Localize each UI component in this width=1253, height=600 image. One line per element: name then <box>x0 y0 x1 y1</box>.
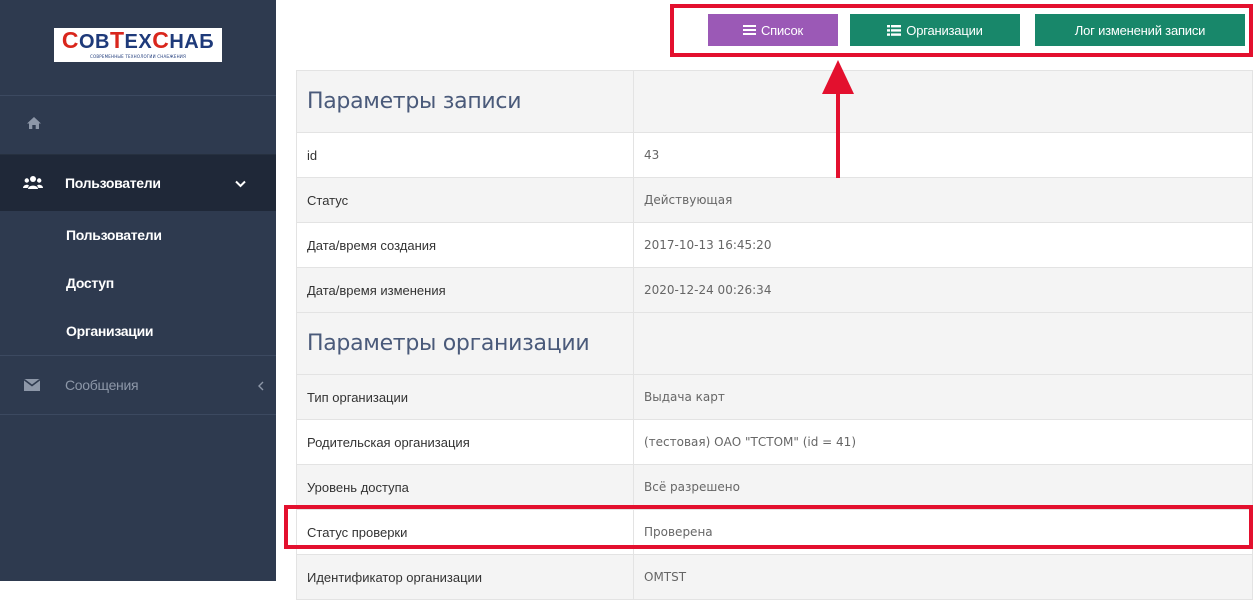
sidebar: СОВТЕХСНАБ СОВРЕМЕННЫЕ ТЕХНОЛОГИИ СНАБЖЕ… <box>0 0 276 581</box>
row-value: Всё разрешено <box>633 464 1253 510</box>
change-log-button-label: Лог изменений записи <box>1074 22 1206 38</box>
table-row: Идентификатор организации OMTST <box>296 554 1253 600</box>
row-label: Статус проверки <box>296 509 634 555</box>
row-label: Статус <box>296 177 634 223</box>
sidebar-item-users[interactable]: Пользователи <box>0 211 276 259</box>
sidebar-item-home[interactable] <box>0 96 276 155</box>
row-value: (тестовая) ОАО "ТСТОМ" (id = 41) <box>633 419 1253 465</box>
list-button[interactable]: Список <box>708 14 838 46</box>
section-header-record: Параметры записи <box>296 70 1253 133</box>
table-row: Родительская организация (тестовая) ОАО … <box>296 419 1253 465</box>
sidebar-item-access[interactable]: Доступ <box>0 259 276 307</box>
table-row: Дата/время создания 2017-10-13 16:45:20 <box>296 222 1253 268</box>
record-table: Параметры записи id 43 Статус Действующа… <box>296 70 1253 600</box>
table-row: Статус проверки Проверена <box>296 509 1253 555</box>
table-row: id 43 <box>296 132 1253 178</box>
section-title: Параметры организации <box>296 312 634 375</box>
logo-wordmark: СОВТЕХСНАБ <box>61 27 215 53</box>
sidebar-group-label: Пользователи <box>65 175 161 191</box>
table-row: Уровень доступа Всё разрешено <box>296 464 1253 510</box>
row-value: 43 <box>633 132 1253 178</box>
row-value: OMTST <box>633 554 1253 600</box>
users-icon <box>23 175 43 191</box>
list-icon <box>887 24 902 36</box>
row-value: Проверена <box>633 509 1253 555</box>
organizations-button-label: Организации <box>906 22 983 38</box>
row-label: Дата/время изменения <box>296 267 634 313</box>
row-label: Идентификатор организации <box>296 554 634 600</box>
sidebar-item-messages[interactable]: Сообщения <box>0 355 276 415</box>
envelope-icon <box>24 379 40 391</box>
row-value: Действующая <box>633 177 1253 223</box>
logo[interactable]: СОВТЕХСНАБ СОВРЕМЕННЫЕ ТЕХНОЛОГИИ СНАБЖЕ… <box>54 27 222 62</box>
logo-area: СОВТЕХСНАБ СОВРЕМЕННЫЕ ТЕХНОЛОГИИ СНАБЖЕ… <box>0 0 276 96</box>
row-label: Уровень доступа <box>296 464 634 510</box>
main-content: Список Организации Лог изменений записи … <box>276 0 1253 600</box>
home-icon <box>26 116 42 135</box>
logo-tagline: СОВРЕМЕННЫЕ ТЕХНОЛОГИИ СНАБЖЕНИЯ <box>90 54 186 59</box>
row-value: 2020-12-24 00:26:34 <box>633 267 1253 313</box>
table-row: Дата/время изменения 2020-12-24 00:26:34 <box>296 267 1253 313</box>
table-row: Тип организации Выдача карт <box>296 374 1253 420</box>
sidebar-item-organizations[interactable]: Организации <box>0 307 276 355</box>
row-value: Выдача карт <box>633 374 1253 420</box>
table-row: Статус Действующая <box>296 177 1253 223</box>
row-label: Дата/время создания <box>296 222 634 268</box>
row-value: 2017-10-13 16:45:20 <box>633 222 1253 268</box>
row-label: Родительская организация <box>296 419 634 465</box>
list-button-label: Список <box>760 22 804 38</box>
row-label: id <box>296 132 634 178</box>
chevron-left-icon <box>258 378 264 396</box>
menu-icon <box>742 25 756 35</box>
toolbar: Список Организации Лог изменений записи <box>276 0 1253 62</box>
sidebar-group-users[interactable]: Пользователи <box>0 155 276 211</box>
section-title: Параметры записи <box>296 70 634 133</box>
sidebar-subnav: Пользователи Доступ Организации <box>0 211 276 355</box>
organizations-button[interactable]: Организации <box>850 14 1020 46</box>
sidebar-messages-label: Сообщения <box>65 377 139 393</box>
chevron-down-icon <box>235 175 246 193</box>
row-label: Тип организации <box>296 374 634 420</box>
change-log-button[interactable]: Лог изменений записи <box>1035 14 1245 46</box>
section-header-organization: Параметры организации <box>296 312 1253 375</box>
